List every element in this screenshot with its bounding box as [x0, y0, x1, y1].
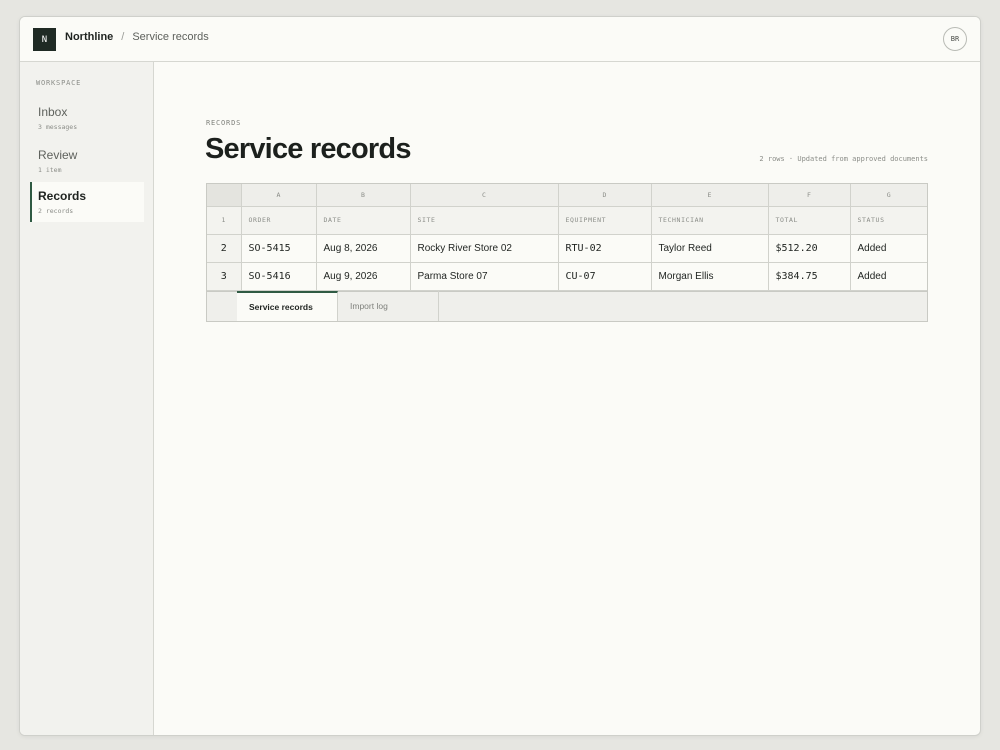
top-bar: N Northline / Service records BR	[20, 17, 980, 62]
app-window: N Northline / Service records BR WORKSPA…	[19, 16, 981, 736]
column-letter-g[interactable]: G	[850, 184, 927, 207]
column-letter-b[interactable]: B	[316, 184, 411, 207]
date-cell[interactable]: Aug 9, 2026	[316, 262, 411, 291]
sidebar-item-records[interactable]: Records 2 records	[30, 182, 144, 222]
select-all-corner[interactable]	[207, 184, 242, 207]
sidebar-heading: WORKSPACE	[36, 79, 82, 87]
order-cell[interactable]: SO-5415	[241, 234, 317, 263]
sidebar-item-inbox[interactable]: Inbox 3 messages	[30, 98, 144, 138]
breadcrumb-separator: /	[121, 31, 125, 43]
row-number[interactable]: 3	[207, 262, 242, 291]
table-row: 3 SO-5416 Aug 9, 2026 Parma Store 07 CU-…	[207, 262, 927, 291]
sidebar-item-count: 2 records	[38, 207, 74, 215]
user-avatar[interactable]: BR	[943, 27, 967, 51]
header-cell-order[interactable]: ORDER	[241, 206, 317, 235]
sidebar-item-label: Inbox	[38, 105, 68, 119]
column-letter-d[interactable]: D	[558, 184, 652, 207]
sidebar-item-count: 3 messages	[38, 123, 78, 131]
column-letter-f[interactable]: F	[768, 184, 851, 207]
page-title: Service records	[205, 133, 411, 165]
row-number[interactable]: 1	[207, 206, 242, 235]
sidebar-item-count: 1 item	[38, 166, 62, 174]
header-cell-status[interactable]: STATUS	[850, 206, 927, 235]
row-number[interactable]: 2	[207, 234, 242, 263]
sidebar: WORKSPACE Inbox 3 messages Review 1 item…	[20, 62, 154, 735]
total-cell[interactable]: $512.20	[768, 234, 851, 263]
total-cell[interactable]: $384.75	[768, 262, 851, 291]
section-eyebrow: RECORDS	[206, 119, 242, 127]
breadcrumb: Northline / Service records	[65, 31, 209, 43]
records-table: A B C D E F G 1 ORDER DATE SITE EQUIPMEN…	[207, 184, 927, 291]
status-cell[interactable]: Added	[850, 262, 927, 291]
header-cell-site[interactable]: SITE	[410, 206, 559, 235]
header-cell-equipment[interactable]: EQUIPMENT	[558, 206, 652, 235]
sheet-tab-bar: Service records Import log	[207, 291, 927, 321]
sidebar-item-review[interactable]: Review 1 item	[30, 141, 144, 181]
sidebar-item-label: Review	[38, 148, 78, 162]
breadcrumb-app[interactable]: Northline	[65, 31, 113, 43]
column-letter-row: A B C D E F G	[207, 184, 927, 207]
northline-logo[interactable]: N	[33, 28, 56, 51]
column-letter-a[interactable]: A	[241, 184, 317, 207]
header-cell-technician[interactable]: TECHNICIAN	[651, 206, 769, 235]
spreadsheet: A B C D E F G 1 ORDER DATE SITE EQUIPMEN…	[206, 183, 928, 322]
status-cell[interactable]: Added	[850, 234, 927, 263]
column-letter-c[interactable]: C	[410, 184, 559, 207]
header-cell-date[interactable]: DATE	[316, 206, 411, 235]
technician-cell[interactable]: Taylor Reed	[651, 234, 769, 263]
header-row: 1 ORDER DATE SITE EQUIPMENT TECHNICIAN T…	[207, 206, 927, 235]
records-summary: 2 rows · Updated from approved documents	[759, 155, 928, 163]
date-cell[interactable]: Aug 8, 2026	[316, 234, 411, 263]
main-content: RECORDS Service records 2 rows · Updated…	[155, 62, 980, 735]
tab-service-records[interactable]: Service records	[237, 291, 338, 321]
breadcrumb-current-page: Service records	[132, 31, 209, 43]
site-cell[interactable]: Rocky River Store 02	[410, 234, 559, 263]
site-cell[interactable]: Parma Store 07	[410, 262, 559, 291]
technician-cell[interactable]: Morgan Ellis	[651, 262, 769, 291]
sidebar-item-label: Records	[38, 189, 87, 203]
equipment-cell[interactable]: CU-07	[558, 262, 652, 291]
tab-import-log[interactable]: Import log	[338, 291, 439, 321]
column-letter-e[interactable]: E	[651, 184, 769, 207]
order-cell[interactable]: SO-5416	[241, 262, 317, 291]
equipment-cell[interactable]: RTU-02	[558, 234, 652, 263]
header-cell-total[interactable]: TOTAL	[768, 206, 851, 235]
table-row: 2 SO-5415 Aug 8, 2026 Rocky River Store …	[207, 234, 927, 263]
